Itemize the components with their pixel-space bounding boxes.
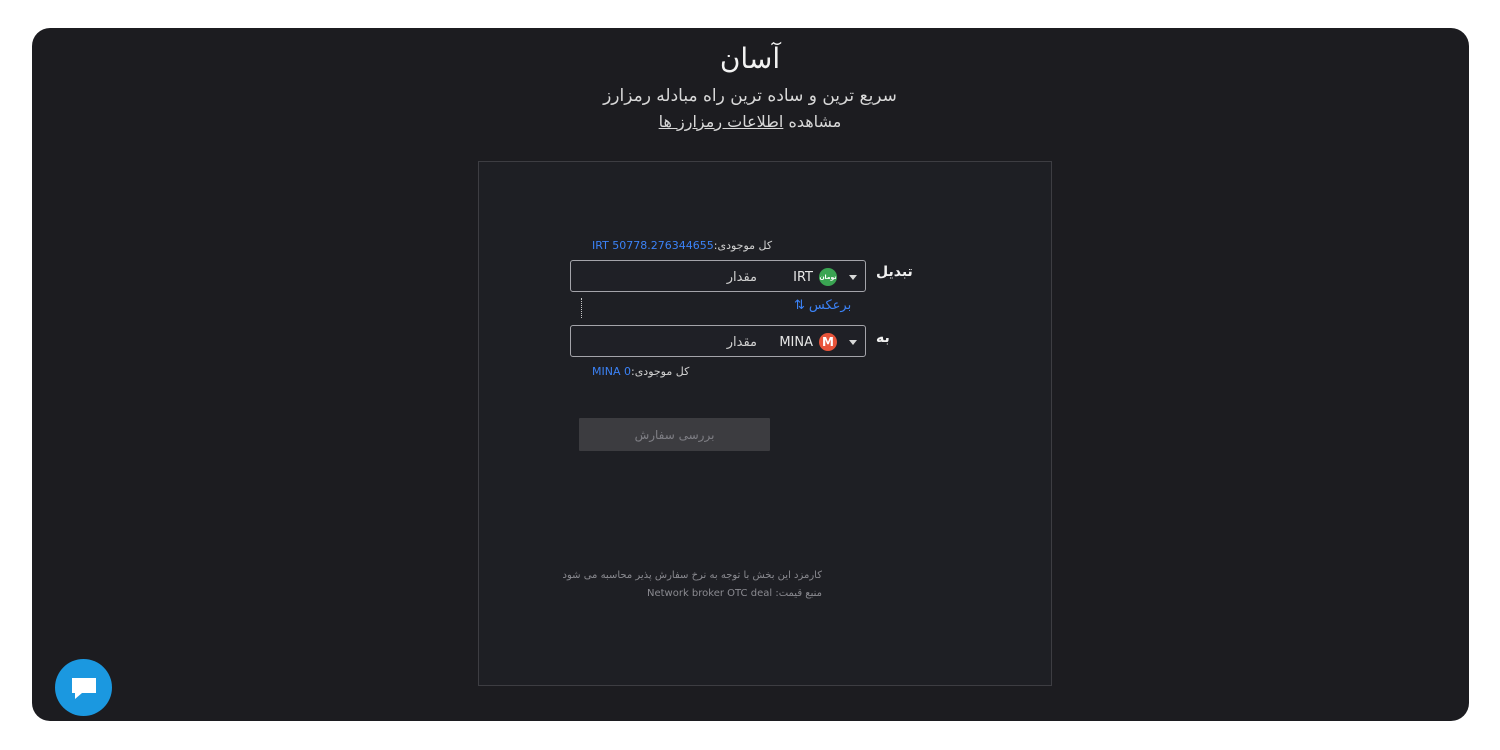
crypto-info-link[interactable]: اطلاعات رمزارز ها	[659, 112, 784, 131]
mina-coin-icon: M	[819, 333, 837, 351]
swap-icon: ⇅	[794, 298, 805, 313]
from-balance: کل موجودی:IRT 50778.276344655	[592, 239, 772, 252]
price-source: منبع قیمت: Network broker OTC deal	[0, 588, 822, 599]
chat-button[interactable]	[55, 659, 112, 716]
to-balance-label: کل موجودی:	[630, 365, 690, 378]
chevron-down-icon	[849, 339, 857, 345]
toman-coin-icon: تومان	[819, 268, 837, 286]
to-currency-select[interactable]: MINA M	[779, 331, 857, 353]
from-currency-code: IRT	[793, 269, 813, 285]
from-amount-input[interactable]	[595, 261, 759, 293]
to-balance: کل موجودی:MINA 0	[592, 365, 689, 378]
info-line: مشاهده اطلاعات رمزارز ها	[0, 112, 1500, 131]
to-field: MINA M	[570, 325, 866, 358]
reverse-button[interactable]: برعکس ⇅	[794, 298, 851, 313]
info-prefix: مشاهده	[788, 112, 842, 131]
to-currency-code: MINA	[779, 334, 813, 350]
review-order-button[interactable]: بررسی سفارش	[579, 418, 770, 451]
page-title: آسان	[719, 42, 781, 75]
chevron-down-icon	[849, 274, 857, 280]
from-balance-label: کل موجودی:	[713, 239, 773, 252]
fee-note: کارمزد این بخش با توجه به نرخ سفارش پذیر…	[562, 570, 822, 581]
from-currency-select[interactable]: IRT تومان	[793, 266, 857, 288]
to-label: به	[876, 330, 890, 346]
divider-dotted	[581, 298, 582, 318]
reverse-label: برعکس	[808, 298, 852, 313]
chat-bubble-icon	[71, 677, 96, 699]
price-source-label: منبع قیمت:	[775, 588, 822, 599]
from-balance-value[interactable]: IRT 50778.276344655	[592, 239, 714, 252]
from-label: تبدیل	[876, 264, 913, 280]
to-balance-value[interactable]: MINA 0	[592, 365, 631, 378]
price-source-value: Network broker OTC deal	[647, 588, 773, 599]
from-field: IRT تومان	[570, 260, 866, 293]
page-subtitle: سریع ترین و ساده ترین راه مبادله رمزارز	[603, 86, 897, 106]
to-amount-input[interactable]	[595, 326, 759, 358]
